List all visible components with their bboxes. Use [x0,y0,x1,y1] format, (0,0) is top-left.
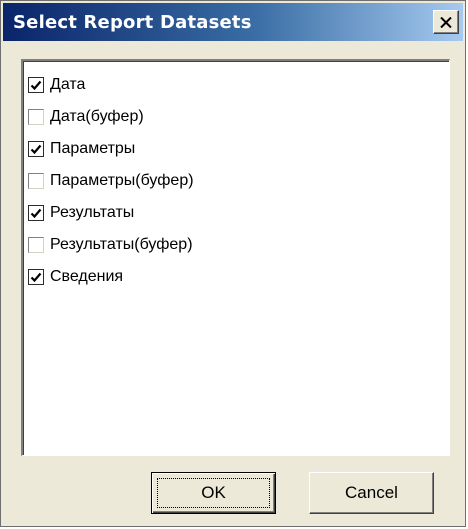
list-item-parameters[interactable]: Параметры [23,133,449,165]
checkmark-icon [30,208,42,218]
title-bar[interactable]: Select Report Datasets [3,3,463,41]
cancel-button-label: Cancel [345,483,398,502]
checkbox-parameters[interactable] [28,141,44,157]
dialog-title: Select Report Datasets [13,11,252,33]
close-button[interactable] [433,10,459,34]
list-item-label: Сведения [50,268,124,285]
checkbox-info[interactable] [28,269,44,285]
list-item-results-buffer[interactable]: Результаты(буфер) [23,229,449,261]
list-item-label: Результаты [50,204,135,221]
list-item-info[interactable]: Сведения [23,261,449,293]
checkmark-icon [30,272,42,282]
list-item-data-buffer[interactable]: Дата(буфер) [23,101,449,133]
checkbox-results-buffer[interactable] [28,237,44,253]
list-item-label: Результаты(буфер) [50,236,193,253]
checkmark-icon [30,144,42,154]
list-item-label: Параметры(буфер) [50,172,194,189]
cancel-button[interactable]: Cancel [309,472,434,514]
ok-button[interactable]: OK [151,472,276,514]
list-item-parameters-buffer[interactable]: Параметры(буфер) [23,165,449,197]
checkbox-data-buffer[interactable] [28,109,44,125]
checkbox-data[interactable] [28,77,44,93]
checkmark-icon [30,80,42,90]
list-item-label: Дата [50,76,86,93]
select-report-datasets-dialog: Select Report Datasets Дата Дата(буфер) … [0,0,466,527]
list-item-data[interactable]: Дата [23,69,449,101]
list-item-label: Параметры [50,140,136,157]
datasets-list[interactable]: Дата Дата(буфер) Параметры Параметры(буф… [21,59,450,456]
list-item-label: Дата(буфер) [50,108,144,125]
checkbox-parameters-buffer[interactable] [28,173,44,189]
ok-button-label: OK [201,483,226,502]
list-item-results[interactable]: Результаты [23,197,449,229]
checkbox-results[interactable] [28,205,44,221]
close-icon [440,16,452,28]
